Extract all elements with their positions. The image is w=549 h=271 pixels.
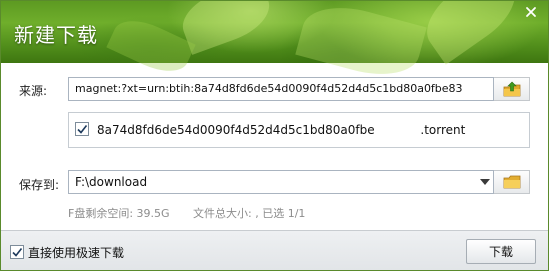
file-size-selected: 文件总大小: , 已选 1/1 — [193, 207, 306, 220]
folder-icon — [503, 175, 520, 189]
file-list: 8a74d8fd6de54d0090f4d52d4d5c1bd80a0fbe .… — [68, 112, 530, 148]
browse-folder-button[interactable] — [494, 170, 530, 194]
checkmark-icon — [77, 125, 88, 134]
upload-torrent-button[interactable] — [494, 77, 530, 101]
source-label: 来源: — [19, 84, 48, 98]
download-button[interactable]: 下载 — [466, 239, 536, 264]
chevron-down-icon[interactable] — [477, 171, 493, 193]
file-checkbox[interactable] — [75, 122, 89, 136]
leaf-decoration — [295, 1, 427, 86]
chevron-down-glyph — [480, 179, 490, 185]
checkmark-icon — [12, 248, 23, 257]
dialog-title: 新建下载 — [14, 23, 98, 47]
upload-torrent-icon — [503, 81, 520, 97]
save-path-input[interactable]: F:\download — [68, 170, 494, 194]
title-bar: 新建下载 — [1, 1, 548, 86]
leaf-decoration — [414, 1, 528, 65]
file-row[interactable] — [75, 122, 89, 136]
dialog-footer: 直接使用极速下载 下载 — [1, 230, 548, 270]
source-url-input[interactable]: magnet:?xt=urn:btih:8a74d8fd6de54d0090f4… — [68, 77, 494, 101]
save-to-label: 保存到: — [19, 178, 60, 192]
fast-download-label[interactable]: 直接使用极速下载 — [28, 244, 124, 261]
fast-download-checkbox[interactable] — [10, 245, 24, 259]
file-name: 8a74d8fd6de54d0090f4d52d4d5c1bd80a0fbe .… — [97, 123, 466, 137]
close-icon-glyph — [526, 7, 536, 17]
new-download-dialog: 新建下载 来源: magnet:?xt=urn:btih:8a74d8fd6de… — [0, 0, 549, 271]
disk-free-space: F盘剩余空间: 39.5G — [68, 207, 170, 220]
close-icon[interactable] — [522, 5, 540, 23]
